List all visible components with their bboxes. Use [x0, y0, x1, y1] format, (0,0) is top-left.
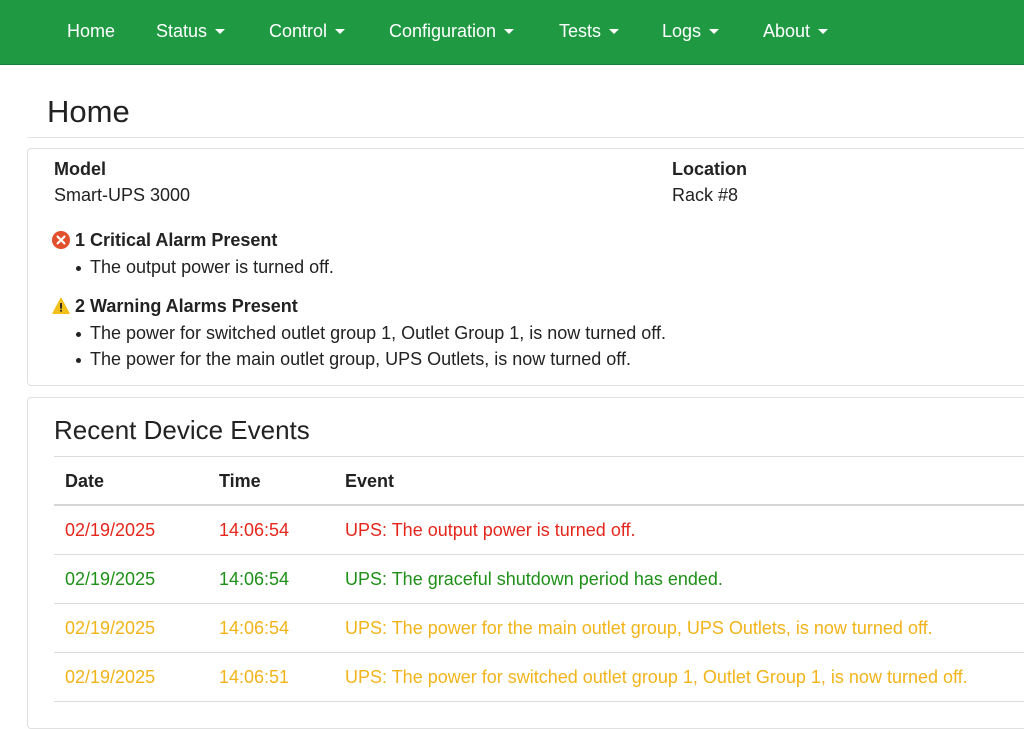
nav-about-label: About — [763, 21, 811, 41]
warning-alarm-heading: 2 Warning Alarms Present — [52, 296, 298, 317]
event-date: 02/19/2025 — [65, 618, 156, 638]
chevron-down-icon — [609, 28, 620, 34]
nav-logs-menu[interactable]: Logs — [662, 0, 720, 62]
critical-alarm-heading: 1 Critical Alarm Present — [52, 230, 277, 251]
chevron-down-icon — [215, 28, 226, 34]
event-text: UPS: The power for the main outlet group… — [345, 618, 933, 638]
summary-panel: Model Smart-UPS 3000 Location Rack #8 1 … — [27, 148, 1024, 386]
event-text: UPS: The output power is turned off. — [345, 520, 636, 540]
event-date: 02/19/2025 — [65, 569, 156, 589]
nav-status-menu[interactable]: Status — [156, 0, 226, 62]
chevron-down-icon — [335, 28, 346, 34]
row-divider — [54, 554, 1024, 555]
column-header-date: Date — [65, 471, 105, 491]
error-circle-icon — [52, 231, 70, 249]
critical-alarm-heading-text: 1 Critical Alarm Present — [75, 230, 278, 250]
event-text: UPS: The power for switched outlet group… — [345, 667, 968, 687]
nav-home-label: Home — [67, 21, 116, 41]
chevron-down-icon — [709, 28, 720, 34]
warning-alarm-item: The power for the main outlet group, UPS… — [76, 349, 631, 369]
nav-home[interactable]: Home — [67, 0, 115, 62]
events-panel: Recent Device Events Date Time Event 02/… — [27, 397, 1024, 729]
model-value: Smart-UPS 3000 — [54, 185, 191, 205]
table-top-rule — [54, 456, 1024, 457]
top-navbar: Home Status Control Configuration Tests … — [0, 0, 1024, 65]
warning-alarm-item: The power for switched outlet group 1, O… — [76, 323, 666, 343]
nav-about-menu[interactable]: About — [763, 0, 829, 62]
location-value: Rack #8 — [672, 185, 739, 205]
nav-configuration-label: Configuration — [389, 21, 497, 41]
event-time: 14:06:51 — [219, 667, 290, 687]
model-label: Model — [54, 159, 106, 179]
event-text: UPS: The graceful shutdown period has en… — [345, 569, 723, 589]
events-title: Recent Device Events — [54, 415, 310, 445]
event-time: 14:06:54 — [219, 618, 290, 638]
nav-control-label: Control — [269, 21, 328, 41]
column-header-time: Time — [219, 471, 261, 491]
page-title: Home — [47, 94, 130, 129]
event-time: 14:06:54 — [219, 569, 290, 589]
nav-configuration-menu[interactable]: Configuration — [389, 0, 515, 62]
row-divider — [54, 603, 1024, 604]
nav-tests-menu[interactable]: Tests — [559, 0, 620, 62]
row-divider — [54, 701, 1024, 702]
table-header-rule — [54, 504, 1024, 506]
warning-alarm-heading-text: 2 Warning Alarms Present — [75, 296, 298, 316]
critical-alarm-item: The output power is turned off. — [76, 257, 334, 277]
event-time: 14:06:54 — [219, 520, 290, 540]
chevron-down-icon — [818, 28, 829, 34]
nav-tests-label: Tests — [559, 21, 602, 41]
event-date: 02/19/2025 — [65, 520, 156, 540]
warning-triangle-icon — [52, 297, 70, 314]
chevron-down-icon — [504, 28, 515, 34]
event-date: 02/19/2025 — [65, 667, 156, 687]
nav-control-menu[interactable]: Control — [269, 0, 346, 62]
nav-logs-label: Logs — [662, 21, 702, 41]
nav-status-label: Status — [156, 21, 208, 41]
column-header-event: Event — [345, 471, 395, 491]
title-divider — [27, 137, 1024, 138]
location-label: Location — [672, 159, 747, 179]
row-divider — [54, 652, 1024, 653]
